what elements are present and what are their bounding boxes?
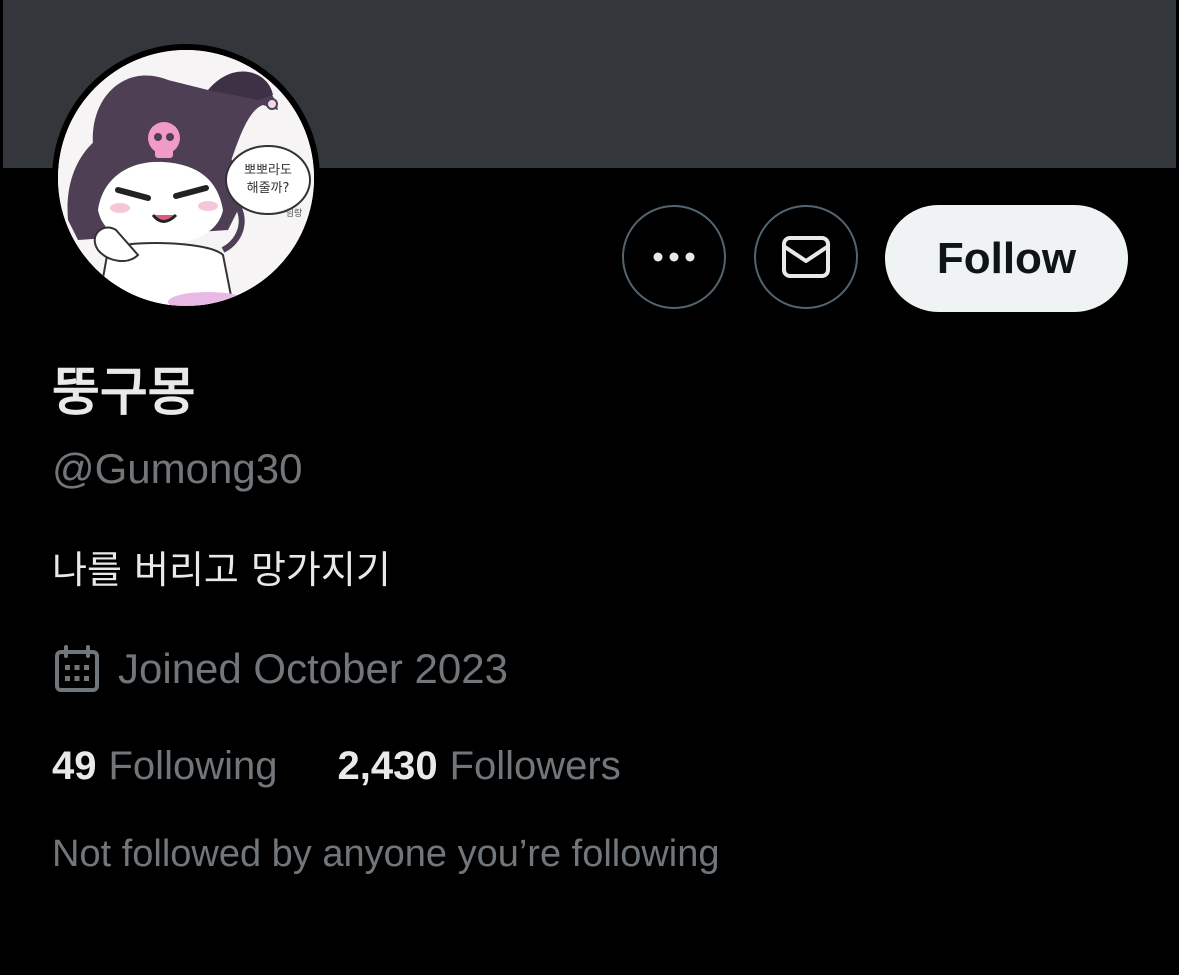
joined-date-text: Joined October 2023: [118, 645, 508, 692]
following-label: Following: [108, 744, 278, 788]
more-options-button[interactable]: [622, 205, 726, 309]
following-link[interactable]: 49 Following: [52, 742, 277, 790]
avatar-speech-line-2: 해줄까?: [247, 181, 290, 196]
followers-link[interactable]: 2,430 Followers: [337, 742, 620, 790]
joined-date-row: Joined October 2023: [52, 644, 508, 694]
followers-label: Followers: [449, 744, 621, 788]
following-count: 49: [52, 744, 97, 788]
social-context-text: Not followed by anyone you’re following: [52, 833, 720, 875]
display-name: 뚱구몽: [52, 363, 196, 423]
profile-page: 뽀뽀라도 해줄까? 님랑 Follow 뚱구몽 @Gumong30 나를 버리고…: [0, 0, 1179, 975]
message-button[interactable]: [754, 205, 858, 309]
avatar-speech-line-1: 뽀뽀라도: [244, 163, 292, 178]
avatar[interactable]: 뽀뽀라도 해줄까? 님랑: [52, 44, 320, 312]
follow-button[interactable]: Follow: [885, 205, 1128, 312]
calendar-icon: [55, 645, 99, 693]
avatar-signature: 님랑: [286, 207, 303, 219]
followers-count: 2,430: [337, 744, 438, 788]
envelope-icon: [782, 236, 830, 278]
profile-stats: 49 Following 2,430 Followers: [52, 742, 621, 790]
user-handle: @Gumong30: [52, 445, 303, 492]
more-horizontal-icon: [653, 252, 695, 262]
avatar-image: 뽀뽀라도 해줄까? 님랑: [58, 50, 314, 306]
profile-bio: 나를 버리고 망가지기: [52, 548, 391, 592]
